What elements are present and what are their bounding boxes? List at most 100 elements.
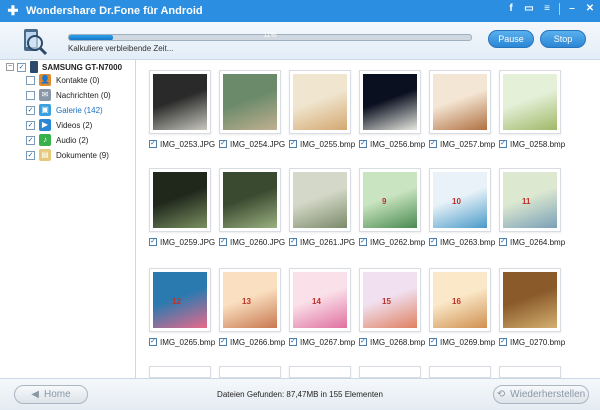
image-thumbnail[interactable]	[289, 70, 351, 134]
home-button-label: Home	[44, 389, 71, 400]
image-thumbnail[interactable]: 10	[429, 168, 491, 232]
file-checkbox[interactable]: ✓	[149, 140, 157, 148]
image-thumbnail[interactable]	[219, 366, 281, 378]
minimize-icon[interactable]: –	[566, 3, 578, 15]
file-row[interactable]: ✓ IMG_0253.JPG	[149, 138, 215, 150]
thumbnail-number: 12	[172, 297, 181, 306]
file-row[interactable]: ✓ IMG_0257.bmp	[429, 138, 495, 150]
file-name: IMG_0257.bmp	[440, 139, 496, 149]
file-checkbox[interactable]: ✓	[359, 140, 367, 148]
image-thumbnail[interactable]: 11	[499, 168, 561, 232]
file-row[interactable]: ✓ IMG_0255.bmp	[289, 138, 355, 150]
image-thumbnail[interactable]	[149, 168, 211, 232]
file-checkbox[interactable]: ✓	[289, 238, 297, 246]
sidebar-item-documents[interactable]: ✓ ▤ Dokumente (9)	[26, 148, 109, 162]
file-checkbox[interactable]: ✓	[429, 338, 437, 346]
stop-button[interactable]: Stop	[540, 30, 586, 48]
file-checkbox[interactable]: ✓	[149, 338, 157, 346]
messages-checkbox[interactable]	[26, 90, 35, 100]
image-thumbnail[interactable]	[359, 70, 421, 134]
file-checkbox[interactable]: ✓	[499, 238, 507, 246]
messages-icon: ✉	[39, 89, 51, 101]
file-row[interactable]: ✓ IMG_0263.bmp	[429, 236, 495, 248]
file-row[interactable]: ✓ IMG_0265.bmp	[149, 336, 215, 348]
image-thumbnail[interactable]: 15	[359, 268, 421, 332]
collapse-toggle-icon[interactable]: −	[6, 63, 14, 71]
image-thumbnail[interactable]	[429, 366, 491, 378]
file-checkbox[interactable]: ✓	[429, 140, 437, 148]
pause-button[interactable]: Pause	[488, 30, 534, 48]
title-bar: ✚ Wondershare Dr.Fone für Android f ▭ ≡ …	[0, 0, 600, 22]
sidebar-item-videos[interactable]: ✓ ▶ Videos (2)	[26, 118, 92, 132]
file-checkbox[interactable]: ✓	[219, 338, 227, 346]
image-thumbnail[interactable]	[289, 168, 351, 232]
contacts-checkbox[interactable]	[26, 75, 35, 85]
file-checkbox[interactable]: ✓	[359, 238, 367, 246]
file-row[interactable]: ✓ IMG_0261.JPG	[289, 236, 355, 248]
file-row[interactable]: ✓ IMG_0256.bmp	[359, 138, 425, 150]
file-name: IMG_0254.JPG	[230, 139, 286, 149]
close-icon[interactable]: ✕	[584, 3, 596, 15]
image-thumbnail[interactable]	[219, 168, 281, 232]
sidebar-item-messages[interactable]: ✉ Nachrichten (0)	[26, 88, 111, 102]
file-row[interactable]: ✓ IMG_0259.JPG	[149, 236, 215, 248]
file-name: IMG_0259.JPG	[160, 237, 216, 247]
home-button[interactable]: ◀ Home	[14, 385, 88, 404]
image-thumbnail[interactable]: 9	[359, 168, 421, 232]
file-checkbox[interactable]: ✓	[499, 338, 507, 346]
image-thumbnail[interactable]: 16	[429, 268, 491, 332]
thumbnail-image	[153, 172, 207, 228]
file-row[interactable]: ✓ IMG_0254.JPG	[219, 138, 285, 150]
file-name: IMG_0263.bmp	[440, 237, 496, 247]
image-thumbnail[interactable]: 14	[289, 268, 351, 332]
file-row[interactable]: ✓ IMG_0268.bmp	[359, 336, 425, 348]
image-thumbnail[interactable]	[149, 366, 211, 378]
documents-checkbox[interactable]: ✓	[26, 150, 35, 160]
contacts-icon: 👤	[39, 74, 51, 86]
thumbnail-image	[293, 172, 347, 228]
sidebar-item-gallery[interactable]: ✓ ▣ Galerie (142)	[26, 103, 103, 117]
file-row[interactable]: ✓ IMG_0266.bmp	[219, 336, 285, 348]
device-checkbox[interactable]: ✓	[17, 62, 26, 72]
image-thumbnail[interactable]	[429, 70, 491, 134]
file-checkbox[interactable]: ✓	[289, 338, 297, 346]
facebook-icon[interactable]: f	[505, 3, 517, 15]
sidebar-item-contacts[interactable]: 👤 Kontakte (0)	[26, 73, 100, 87]
image-thumbnail[interactable]	[499, 366, 561, 378]
sidebar-item-audio[interactable]: ✓ ♪ Audio (2)	[26, 133, 88, 147]
file-row[interactable]: ✓ IMG_0267.bmp	[289, 336, 355, 348]
image-thumbnail[interactable]: 13	[219, 268, 281, 332]
file-row[interactable]: ✓ IMG_0269.bmp	[429, 336, 495, 348]
file-checkbox[interactable]: ✓	[149, 238, 157, 246]
file-row[interactable]: ✓ IMG_0260.JPG	[219, 236, 285, 248]
file-row[interactable]: ✓ IMG_0264.bmp	[499, 236, 565, 248]
menu-icon[interactable]: ≡	[541, 3, 553, 15]
image-thumbnail[interactable]	[499, 268, 561, 332]
sidebar-item-label: Audio (2)	[56, 135, 89, 145]
gallery-checkbox[interactable]: ✓	[26, 105, 35, 115]
device-row[interactable]: − ✓ SAMSUNG GT-N7000	[6, 60, 122, 74]
restore-button[interactable]: ⟲ Wiederherstellen	[493, 385, 589, 404]
image-thumbnail[interactable]	[359, 366, 421, 378]
image-thumbnail[interactable]	[219, 70, 281, 134]
file-checkbox[interactable]: ✓	[429, 238, 437, 246]
audio-checkbox[interactable]: ✓	[26, 135, 35, 145]
file-row[interactable]: ✓ IMG_0270.bmp	[499, 336, 565, 348]
file-row[interactable]: ✓ IMG_0262.bmp	[359, 236, 425, 248]
file-checkbox[interactable]: ✓	[219, 238, 227, 246]
file-name: IMG_0255.bmp	[300, 139, 356, 149]
image-thumbnail[interactable]: 12	[149, 268, 211, 332]
file-checkbox[interactable]: ✓	[499, 140, 507, 148]
file-checkbox[interactable]: ✓	[289, 140, 297, 148]
file-name: IMG_0265.bmp	[160, 337, 216, 347]
feedback-icon[interactable]: ▭	[523, 3, 535, 15]
file-checkbox[interactable]: ✓	[359, 338, 367, 346]
file-row[interactable]: ✓ IMG_0258.bmp	[499, 138, 565, 150]
image-thumbnail[interactable]	[289, 366, 351, 378]
videos-checkbox[interactable]: ✓	[26, 120, 35, 130]
file-name: IMG_0267.bmp	[300, 337, 356, 347]
file-checkbox[interactable]: ✓	[219, 140, 227, 148]
image-thumbnail[interactable]	[499, 70, 561, 134]
image-thumbnail[interactable]	[149, 70, 211, 134]
sidebar-item-label: Videos (2)	[56, 120, 93, 130]
